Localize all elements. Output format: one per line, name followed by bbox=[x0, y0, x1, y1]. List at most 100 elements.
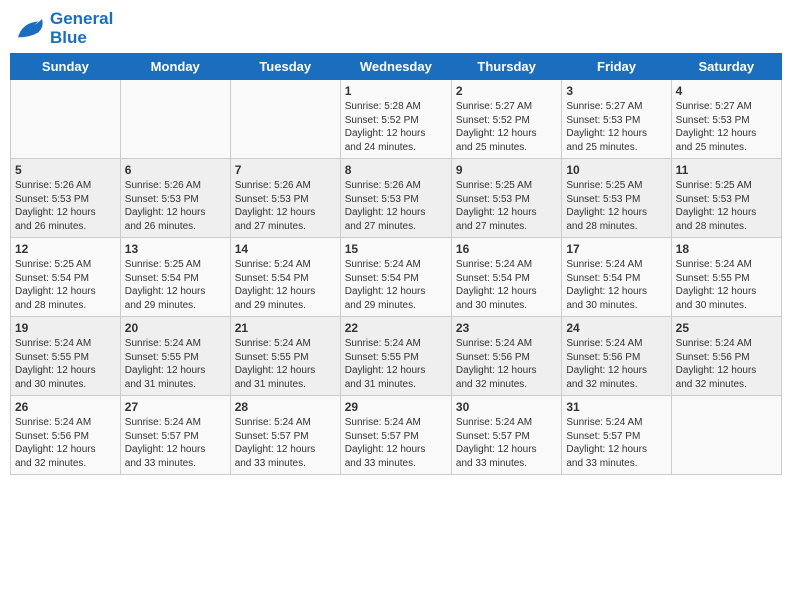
day-header-monday: Monday bbox=[120, 54, 230, 80]
calendar-cell: 9 Sunrise: 5:25 AM Sunset: 5:53 PM Daylig… bbox=[451, 159, 561, 238]
calendar-cell: 30 Sunrise: 5:24 AM Sunset: 5:57 PM Dayli… bbox=[451, 396, 561, 475]
cell-date-number: 14 bbox=[235, 242, 336, 256]
cell-daylight-info: Sunrise: 5:24 AM Sunset: 5:56 PM Dayligh… bbox=[676, 337, 777, 391]
calendar-cell: 5 Sunrise: 5:26 AM Sunset: 5:53 PM Daylig… bbox=[11, 159, 121, 238]
calendar-cell: 19Sunrise: 5:24 AM Sunset: 5:55 PM Dayli… bbox=[11, 317, 121, 396]
cell-daylight-info: Sunrise: 5:24 AM Sunset: 5:54 PM Dayligh… bbox=[456, 258, 557, 312]
cell-date-number: 5 bbox=[15, 163, 116, 177]
cell-date-number: 2 bbox=[456, 84, 557, 98]
cell-date-number: 18 bbox=[676, 242, 777, 256]
calendar-cell: 22 Sunrise: 5:24 AM Sunset: 5:55 PM Dayli… bbox=[340, 317, 451, 396]
calendar-table: SundayMondayTuesdayWednesdayThursdayFrid… bbox=[10, 53, 782, 475]
cell-date-number: 3 bbox=[566, 84, 666, 98]
calendar-cell: 18 Sunrise: 5:24 AM Sunset: 5:55 PM Dayli… bbox=[671, 238, 781, 317]
calendar-cell: 17 Sunrise: 5:24 AM Sunset: 5:54 PM Dayli… bbox=[562, 238, 671, 317]
calendar-cell bbox=[671, 396, 781, 475]
calendar-header-row: SundayMondayTuesdayWednesdayThursdayFrid… bbox=[11, 54, 782, 80]
cell-daylight-info: Sunrise: 5:24 AM Sunset: 5:57 PM Dayligh… bbox=[456, 416, 557, 470]
cell-daylight-info: Sunrise: 5:27 AM Sunset: 5:52 PM Dayligh… bbox=[456, 100, 557, 154]
cell-date-number: 28 bbox=[235, 400, 336, 414]
cell-date-number: 27 bbox=[125, 400, 226, 414]
page-header: General Blue bbox=[10, 10, 782, 47]
calendar-cell: 14 Sunrise: 5:24 AM Sunset: 5:54 PM Dayli… bbox=[230, 238, 340, 317]
calendar-cell: 2 Sunrise: 5:27 AM Sunset: 5:52 PM Daylig… bbox=[451, 80, 561, 159]
calendar-cell: 20 Sunrise: 5:24 AM Sunset: 5:55 PM Dayli… bbox=[120, 317, 230, 396]
cell-daylight-info: Sunrise: 5:24 AM Sunset: 5:55 PM Dayligh… bbox=[125, 337, 226, 391]
cell-daylight-info: Sunrise: 5:24 AM Sunset: 5:54 PM Dayligh… bbox=[345, 258, 447, 312]
calendar-cell: 12 Sunrise: 5:25 AM Sunset: 5:54 PM Dayli… bbox=[11, 238, 121, 317]
calendar-week-3: 12 Sunrise: 5:25 AM Sunset: 5:54 PM Dayli… bbox=[11, 238, 782, 317]
cell-date-number: 23 bbox=[456, 321, 557, 335]
calendar-cell bbox=[11, 80, 121, 159]
cell-daylight-info: Sunrise: 5:24 AM Sunset: 5:54 PM Dayligh… bbox=[235, 258, 336, 312]
cell-daylight-info: Sunrise: 5:25 AM Sunset: 5:53 PM Dayligh… bbox=[566, 179, 666, 233]
cell-date-number: 6 bbox=[125, 163, 226, 177]
calendar-cell: 16 Sunrise: 5:24 AM Sunset: 5:54 PM Dayli… bbox=[451, 238, 561, 317]
cell-date-number: 12 bbox=[15, 242, 116, 256]
cell-date-number: 4 bbox=[676, 84, 777, 98]
cell-daylight-info: Sunrise: 5:25 AM Sunset: 5:53 PM Dayligh… bbox=[456, 179, 557, 233]
calendar-cell: 1Sunrise: 5:28 AM Sunset: 5:52 PM Daylig… bbox=[340, 80, 451, 159]
calendar-cell: 11 Sunrise: 5:25 AM Sunset: 5:53 PM Dayli… bbox=[671, 159, 781, 238]
cell-date-number: 8 bbox=[345, 163, 447, 177]
day-header-wednesday: Wednesday bbox=[340, 54, 451, 80]
cell-date-number: 16 bbox=[456, 242, 557, 256]
cell-daylight-info: Sunrise: 5:27 AM Sunset: 5:53 PM Dayligh… bbox=[566, 100, 666, 154]
calendar-cell: 31 Sunrise: 5:24 AM Sunset: 5:57 PM Dayli… bbox=[562, 396, 671, 475]
cell-date-number: 30 bbox=[456, 400, 557, 414]
cell-daylight-info: Sunrise: 5:26 AM Sunset: 5:53 PM Dayligh… bbox=[15, 179, 116, 233]
calendar-cell: 3 Sunrise: 5:27 AM Sunset: 5:53 PM Daylig… bbox=[562, 80, 671, 159]
calendar-week-4: 19 Sunrise: 5:24 AM Sunset: 5:55 PM Dayli… bbox=[11, 317, 782, 396]
calendar-cell: 8Sunrise: 5:26 AM Sunset: 5:53 PM Daylig… bbox=[340, 159, 451, 238]
calendar-cell: 26 Sunrise: 5:24 AM Sunset: 5:56 PM Dayli… bbox=[11, 396, 121, 475]
day-header-friday: Friday bbox=[562, 54, 671, 80]
cell-daylight-info: Sunrise: 5:24 AM Sunset: 5:55 PM Dayligh… bbox=[345, 337, 447, 391]
cell-daylight-info: Sunrise: 5:25 AM Sunset: 5:54 PM Dayligh… bbox=[15, 258, 116, 312]
cell-daylight-info: Sunrise: 5:24 AM Sunset: 5:54 PM Dayligh… bbox=[566, 258, 666, 312]
cell-daylight-info: Sunrise: 5:24 AM Sunset: 5:57 PM Dayligh… bbox=[125, 416, 226, 470]
calendar-cell: 13 Sunrise: 5:25 AM Sunset: 5:54 PM Dayli… bbox=[120, 238, 230, 317]
cell-date-number: 22 bbox=[345, 321, 447, 335]
cell-daylight-info: Sunrise: 5:24 AM Sunset: 5:55 PM Dayligh… bbox=[235, 337, 336, 391]
cell-daylight-info: Sunrise: 5:24 AM Sunset: 5:56 PM Dayligh… bbox=[456, 337, 557, 391]
cell-daylight-info: Sunrise: 5:26 AM Sunset: 5:53 PM Dayligh… bbox=[125, 179, 226, 233]
day-header-tuesday: Tuesday bbox=[230, 54, 340, 80]
cell-date-number: 21 bbox=[235, 321, 336, 335]
calendar-week-1: 1Sunrise: 5:28 AM Sunset: 5:52 PM Daylig… bbox=[11, 80, 782, 159]
cell-date-number: 29 bbox=[345, 400, 447, 414]
cell-daylight-info: Sunrise: 5:28 AM Sunset: 5:52 PM Dayligh… bbox=[345, 100, 447, 154]
cell-daylight-info: Sunrise: 5:24 AM Sunset: 5:56 PM Dayligh… bbox=[15, 416, 116, 470]
day-header-thursday: Thursday bbox=[451, 54, 561, 80]
cell-daylight-info: Sunrise: 5:25 AM Sunset: 5:53 PM Dayligh… bbox=[676, 179, 777, 233]
day-header-sunday: Sunday bbox=[11, 54, 121, 80]
cell-date-number: 25 bbox=[676, 321, 777, 335]
calendar-cell: 29 Sunrise: 5:24 AM Sunset: 5:57 PM Dayli… bbox=[340, 396, 451, 475]
calendar-cell: 10Sunrise: 5:25 AM Sunset: 5:53 PM Dayli… bbox=[562, 159, 671, 238]
cell-daylight-info: Sunrise: 5:26 AM Sunset: 5:53 PM Dayligh… bbox=[235, 179, 336, 233]
calendar-week-5: 26 Sunrise: 5:24 AM Sunset: 5:56 PM Dayli… bbox=[11, 396, 782, 475]
cell-date-number: 9 bbox=[456, 163, 557, 177]
cell-date-number: 13 bbox=[125, 242, 226, 256]
cell-date-number: 15 bbox=[345, 242, 447, 256]
calendar-cell: 15 Sunrise: 5:24 AM Sunset: 5:54 PM Dayli… bbox=[340, 238, 451, 317]
cell-date-number: 11 bbox=[676, 163, 777, 177]
cell-daylight-info: Sunrise: 5:24 AM Sunset: 5:57 PM Dayligh… bbox=[566, 416, 666, 470]
calendar-cell: 28 Sunrise: 5:24 AM Sunset: 5:57 PM Dayli… bbox=[230, 396, 340, 475]
cell-daylight-info: Sunrise: 5:24 AM Sunset: 5:55 PM Dayligh… bbox=[676, 258, 777, 312]
cell-daylight-info: Sunrise: 5:25 AM Sunset: 5:54 PM Dayligh… bbox=[125, 258, 226, 312]
cell-date-number: 26 bbox=[15, 400, 116, 414]
calendar-cell: 21 Sunrise: 5:24 AM Sunset: 5:55 PM Dayli… bbox=[230, 317, 340, 396]
calendar-cell: 23 Sunrise: 5:24 AM Sunset: 5:56 PM Dayli… bbox=[451, 317, 561, 396]
cell-date-number: 19 bbox=[15, 321, 116, 335]
cell-date-number: 24 bbox=[566, 321, 666, 335]
cell-date-number: 7 bbox=[235, 163, 336, 177]
cell-daylight-info: Sunrise: 5:24 AM Sunset: 5:56 PM Dayligh… bbox=[566, 337, 666, 391]
cell-date-number: 17 bbox=[566, 242, 666, 256]
logo-text: General Blue bbox=[50, 10, 113, 47]
cell-daylight-info: Sunrise: 5:24 AM Sunset: 5:57 PM Dayligh… bbox=[235, 416, 336, 470]
cell-date-number: 20 bbox=[125, 321, 226, 335]
calendar-cell: 25 Sunrise: 5:24 AM Sunset: 5:56 PM Dayli… bbox=[671, 317, 781, 396]
cell-daylight-info: Sunrise: 5:27 AM Sunset: 5:53 PM Dayligh… bbox=[676, 100, 777, 154]
cell-date-number: 31 bbox=[566, 400, 666, 414]
cell-daylight-info: Sunrise: 5:24 AM Sunset: 5:57 PM Dayligh… bbox=[345, 416, 447, 470]
